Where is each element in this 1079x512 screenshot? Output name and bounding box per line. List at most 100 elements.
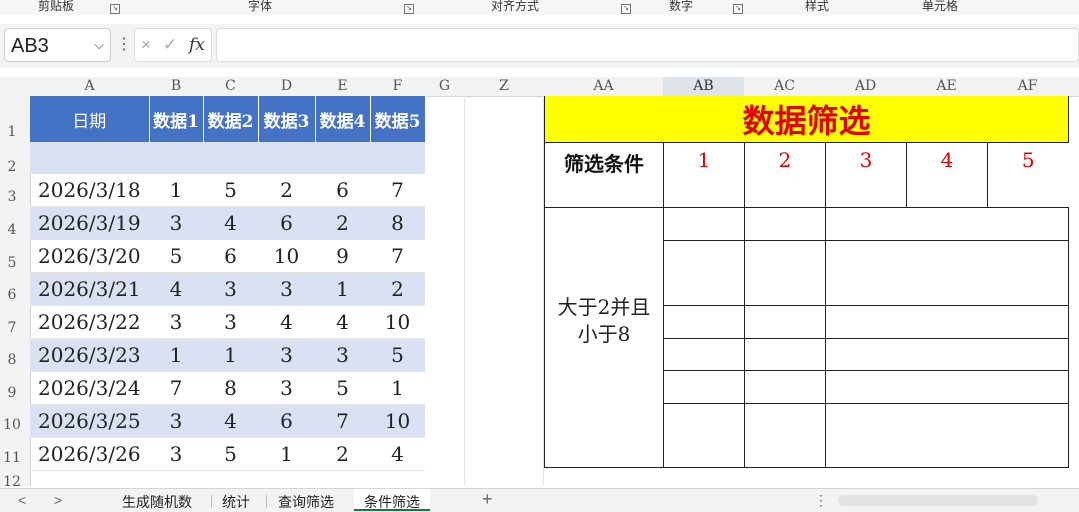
row-header-5[interactable]: 5 [0, 255, 24, 271]
cell[interactable]: 9 [315, 239, 370, 273]
cell-date[interactable]: 2026/3/26 [30, 437, 149, 471]
cell[interactable]: 4 [315, 305, 370, 339]
cell[interactable]: 5 [203, 437, 258, 471]
cell[interactable]: 3 [149, 437, 203, 471]
cell[interactable] [30, 142, 149, 174]
row-header-1[interactable]: 1 [0, 124, 24, 140]
cell[interactable]: 6 [315, 174, 370, 207]
sheet-tab-condition-filter[interactable]: 条件筛选 [354, 489, 430, 511]
number-header[interactable]: 3 [825, 142, 907, 208]
header-cell[interactable]: 数据2 [203, 96, 259, 142]
cell[interactable]: 7 [370, 174, 425, 207]
result-cell[interactable] [744, 240, 826, 306]
enter-icon[interactable]: ✓ [163, 35, 177, 55]
cell-date[interactable]: 2026/3/20 [30, 239, 149, 273]
row-header-11[interactable]: 11 [0, 450, 24, 466]
column-header-a[interactable]: A [30, 77, 149, 96]
cell[interactable]: 2 [370, 272, 425, 306]
cell[interactable]: 8 [370, 206, 425, 240]
cell[interactable]: 4 [258, 305, 315, 339]
cell-date[interactable]: 2026/3/24 [30, 371, 149, 405]
add-sheet-icon[interactable]: + [482, 489, 493, 510]
cell[interactable]: 1 [149, 338, 203, 372]
cell[interactable] [315, 142, 370, 174]
cell[interactable]: 2 [258, 174, 315, 207]
cell[interactable]: 7 [370, 239, 425, 273]
column-header-af[interactable]: AF [987, 77, 1068, 96]
column-header-f[interactable]: F [370, 77, 425, 96]
cell[interactable]: 3 [149, 404, 203, 438]
cell[interactable]: 6 [258, 206, 315, 240]
header-cell[interactable]: 数据4 [315, 96, 371, 142]
number-header[interactable]: 2 [744, 142, 826, 208]
condition-description[interactable]: 大于2并且 小于8 [544, 207, 664, 468]
column-header-z[interactable]: Z [464, 77, 544, 96]
column-header-c[interactable]: C [203, 77, 258, 96]
cell[interactable]: 3 [203, 305, 258, 339]
number-header[interactable]: 1 [663, 142, 745, 208]
cell[interactable]: 1 [258, 437, 315, 471]
cell[interactable]: 10 [370, 305, 425, 339]
row-header-2[interactable]: 2 [0, 159, 24, 175]
cell[interactable]: 2 [315, 437, 370, 471]
row-header-3[interactable]: 3 [0, 189, 24, 205]
cell[interactable]: 8 [203, 371, 258, 405]
result-cell[interactable] [825, 370, 1069, 404]
header-cell-date[interactable]: 日期 [30, 96, 150, 142]
result-cell[interactable] [663, 207, 745, 241]
cell[interactable]: 10 [370, 404, 425, 438]
cell[interactable]: 1 [315, 272, 370, 306]
cell[interactable]: 3 [203, 272, 258, 306]
header-cell[interactable]: 数据1 [149, 96, 204, 142]
cell[interactable]: 1 [203, 338, 258, 372]
cell[interactable]: 5 [370, 338, 425, 372]
cell[interactable]: 3 [149, 305, 203, 339]
result-cell[interactable] [825, 305, 1069, 339]
cell[interactable] [149, 142, 203, 174]
cell[interactable]: 3 [315, 338, 370, 372]
next-sheet-icon[interactable]: > [54, 492, 62, 508]
cell-date[interactable]: 2026/3/25 [30, 404, 149, 438]
result-cell[interactable] [744, 403, 826, 468]
cell-date[interactable]: 2026/3/22 [30, 305, 149, 339]
cell[interactable]: 6 [258, 404, 315, 438]
column-header-aa[interactable]: AA [544, 77, 663, 96]
more-options-icon[interactable]: ⋮ [116, 34, 132, 54]
cell[interactable]: 1 [149, 174, 203, 207]
header-cell[interactable]: 数据5 [370, 96, 426, 142]
result-cell[interactable] [744, 305, 826, 339]
column-header-ab[interactable]: AB [663, 77, 744, 96]
result-cell[interactable] [825, 403, 1069, 468]
cell[interactable]: 2 [315, 206, 370, 240]
horizontal-scrollbar[interactable] [838, 495, 1038, 506]
cell[interactable]: 6 [203, 239, 258, 273]
insert-function-icon[interactable]: fx [189, 35, 205, 55]
column-header-e[interactable]: E [315, 77, 370, 96]
formula-input[interactable] [216, 28, 1079, 62]
column-header-b[interactable]: B [149, 77, 203, 96]
header-cell[interactable]: 数据3 [258, 96, 316, 142]
result-cell[interactable] [663, 338, 745, 371]
result-cell[interactable] [663, 370, 745, 404]
column-header-g[interactable]: G [425, 77, 464, 96]
cell[interactable]: 3 [149, 206, 203, 240]
row-header-7[interactable]: 7 [0, 320, 24, 336]
filter-title[interactable]: 数据筛选 [544, 96, 1069, 143]
column-header-d[interactable]: D [258, 77, 315, 96]
more-sheets-icon[interactable]: ⋮ [814, 492, 828, 509]
cell-date[interactable]: 2026/3/21 [30, 272, 149, 306]
result-cell[interactable] [744, 207, 826, 241]
cell[interactable]: 3 [258, 371, 315, 405]
cell[interactable]: 7 [315, 404, 370, 438]
condition-label[interactable]: 筛选条件 [544, 142, 664, 208]
result-cell[interactable] [663, 403, 745, 468]
number-header[interactable]: 5 [987, 142, 1069, 208]
cell[interactable]: 3 [258, 338, 315, 372]
sheet-tab-generate-random[interactable]: 生成随机数 [122, 492, 192, 512]
result-cell[interactable] [663, 305, 745, 339]
cell-date[interactable]: 2026/3/19 [30, 206, 149, 240]
cancel-icon[interactable]: × [141, 35, 151, 55]
cell[interactable] [258, 142, 315, 174]
cell[interactable]: 4 [370, 437, 425, 471]
cell-date[interactable]: 2026/3/18 [30, 174, 149, 207]
